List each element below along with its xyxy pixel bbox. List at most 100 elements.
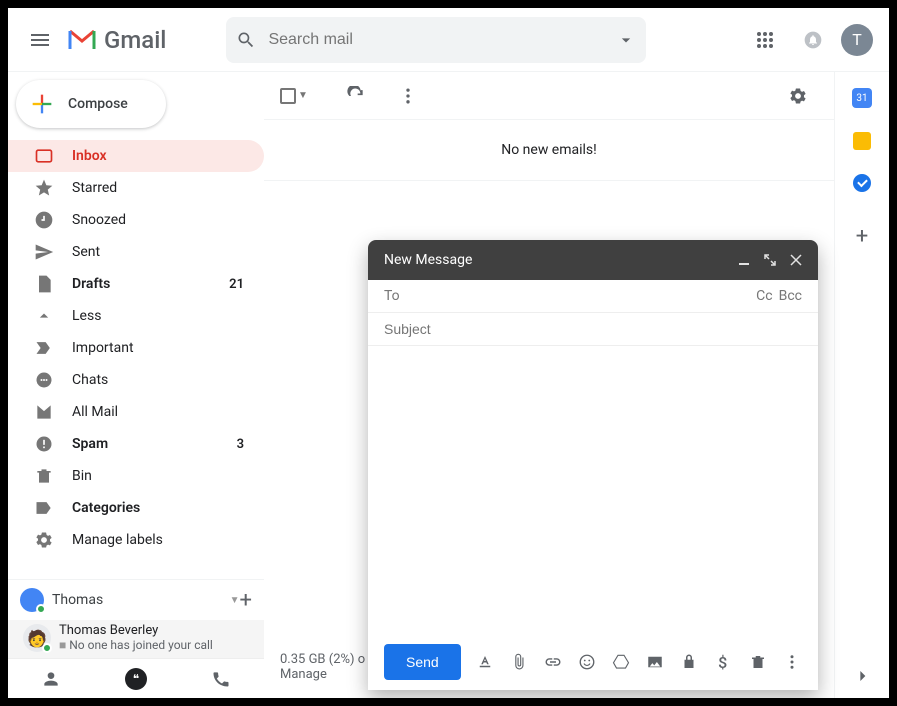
chat-bubble-icon: ❝ [125, 668, 147, 690]
insert-photo-button[interactable] [645, 652, 665, 672]
label-icon [34, 498, 54, 518]
hangouts-user-row[interactable]: Thomas ▼ + [8, 580, 264, 620]
settings-button[interactable] [778, 76, 818, 116]
attach-button[interactable] [509, 652, 529, 672]
gmail-logo[interactable]: Gmail [68, 26, 166, 54]
expand-icon [764, 254, 776, 266]
notifications-button[interactable] [793, 20, 833, 60]
calendar-addon-button[interactable]: 31 [852, 88, 872, 108]
paperclip-icon [510, 653, 528, 671]
refresh-icon [346, 86, 366, 106]
chat-icon [34, 370, 54, 390]
sidebar-item-important[interactable]: Important [8, 332, 264, 364]
file-icon [34, 274, 54, 294]
select-all-checkbox[interactable] [280, 88, 296, 104]
send-icon [34, 242, 54, 262]
bell-icon [803, 30, 823, 50]
select-dropdown-icon[interactable]: ▼ [298, 90, 308, 101]
calendar-icon: 31 [856, 93, 867, 104]
drive-icon [612, 653, 630, 671]
compose-to-row[interactable]: To Cc Bcc [368, 280, 818, 313]
hangouts-call-row[interactable]: 🧑 Thomas Beverley ■ No one has joined yo… [8, 620, 264, 658]
lock-clock-icon [680, 653, 698, 671]
hangouts-username: Thomas [52, 592, 228, 608]
search-bar[interactable] [226, 17, 646, 63]
tasks-addon-button[interactable] [853, 174, 871, 192]
search-dropdown-icon[interactable] [616, 30, 636, 50]
avatar-initial: T [852, 30, 862, 49]
refresh-button[interactable] [336, 76, 376, 116]
sidebar-item-bin[interactable]: Bin [8, 460, 264, 492]
compose-title-bar[interactable]: New Message [368, 240, 818, 280]
compose-minimize-button[interactable] [738, 254, 750, 266]
to-label: To [384, 288, 400, 304]
insert-money-button[interactable]: $ [713, 652, 733, 672]
sidebar-item-spam[interactable]: Spam3 [8, 428, 264, 460]
gear-icon [34, 530, 54, 550]
emoji-button[interactable] [577, 652, 597, 672]
hangouts-tab-contacts[interactable] [31, 659, 71, 699]
compose-subject-row[interactable] [368, 313, 818, 346]
account-avatar[interactable]: T [841, 24, 873, 56]
to-input[interactable] [408, 288, 756, 304]
sidebar-item-starred[interactable]: Starred [8, 172, 264, 204]
trash-icon [34, 466, 54, 486]
hamburger-icon [31, 34, 49, 46]
sidebar-item-drafts[interactable]: Drafts21 [8, 268, 264, 300]
sidebar-item-managelabels[interactable]: Manage labels [8, 524, 264, 556]
empty-state-text: No new emails! [264, 120, 834, 181]
hangouts-call-name: Thomas Beverley [59, 624, 213, 638]
chevron-down-icon[interactable]: ▼ [230, 595, 240, 606]
subject-input[interactable] [384, 321, 802, 337]
bcc-toggle[interactable]: Bcc [779, 288, 802, 304]
gmail-wordmark: Gmail [104, 26, 166, 54]
more-vert-icon [398, 86, 418, 106]
mail-icon [34, 402, 54, 422]
formatting-button[interactable] [475, 652, 495, 672]
search-input[interactable] [268, 31, 616, 49]
insert-link-button[interactable] [543, 652, 563, 672]
sidebar-item-allmail[interactable]: All Mail [8, 396, 264, 428]
hangouts-call-status: ■ No one has joined your call [59, 638, 213, 652]
search-icon [236, 30, 256, 50]
sidebar-item-sent[interactable]: Sent [8, 236, 264, 268]
minimize-icon [738, 254, 750, 266]
sidebar-item-snoozed[interactable]: Snoozed [8, 204, 264, 236]
side-panel-toggle[interactable] [852, 666, 872, 686]
emoji-icon [578, 653, 596, 671]
more-button[interactable] [388, 76, 428, 116]
cc-toggle[interactable]: Cc [756, 288, 772, 304]
sidebar-item-inbox[interactable]: Inbox [8, 140, 264, 172]
hangouts-new-conversation-button[interactable]: + [240, 588, 252, 613]
get-addons-button[interactable]: + [856, 224, 868, 249]
discard-draft-button[interactable] [748, 652, 768, 672]
apps-grid-icon [756, 31, 774, 49]
chevron-up-icon [34, 306, 54, 326]
gmail-m-icon [68, 29, 96, 51]
main-menu-button[interactable] [16, 16, 64, 64]
compose-more-button[interactable] [782, 652, 802, 672]
sidebar-item-chats[interactable]: Chats [8, 364, 264, 396]
trash-icon [749, 653, 767, 671]
compose-label: Compose [68, 96, 128, 112]
storage-manage-link[interactable]: Manage [280, 667, 327, 682]
compose-button[interactable]: Compose [16, 80, 166, 128]
hangouts-tab-chats[interactable]: ❝ [116, 659, 156, 699]
compose-plus-icon [28, 90, 56, 118]
confidential-button[interactable] [679, 652, 699, 672]
drive-button[interactable] [611, 652, 631, 672]
more-vert-icon [783, 653, 801, 671]
phone-icon [211, 669, 231, 689]
send-button[interactable]: Send [384, 644, 461, 680]
compose-body-textarea[interactable] [368, 346, 818, 634]
hangouts-avatar [20, 588, 44, 612]
keep-addon-button[interactable] [853, 132, 871, 150]
inbox-icon [34, 146, 54, 166]
sidebar-item-less[interactable]: Less [8, 300, 264, 332]
compose-close-button[interactable] [790, 254, 802, 266]
google-apps-button[interactable] [745, 20, 785, 60]
image-icon [646, 653, 664, 671]
compose-fullscreen-button[interactable] [764, 254, 776, 266]
hangouts-tab-calls[interactable] [201, 659, 241, 699]
sidebar-item-categories[interactable]: Categories [8, 492, 264, 524]
